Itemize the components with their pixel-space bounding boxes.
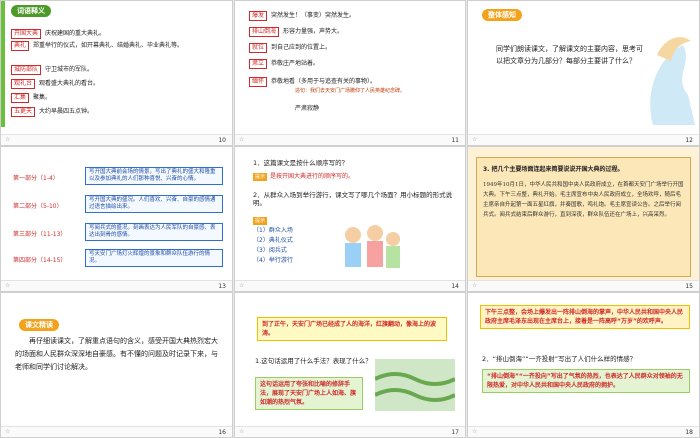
slide-number: 10 <box>218 137 226 144</box>
slide-footer: ☆ 14 <box>235 280 465 291</box>
term-definition: 恭敬地看（多用于与追查有关的事物）。 <box>271 78 377 85</box>
slide-number: 11 <box>451 137 459 144</box>
term-label: 就位 <box>249 43 268 53</box>
term-label: 城防部队 <box>11 65 42 75</box>
answer-box: 这句话运用了夸张和比喻的修辞手法，展现了天安门广场上人如海、旗如潮的热烈气氛。 <box>255 377 363 410</box>
wave-illustration <box>650 37 695 125</box>
slide-marker-icon: ☆ <box>472 428 478 435</box>
slide-title: 词语释义 <box>11 5 51 17</box>
slide-footer: ☆ 11 <box>235 134 465 145</box>
slide-marker-icon: ☆ <box>239 282 245 289</box>
term-definition: 聚集。 <box>33 94 52 101</box>
slide-10[interactable]: 词语释义 开国大典 庆祝建国的重大典礼。 典礼 郑重举行的仪式，如开幕典礼、结婚典礼… <box>0 0 233 146</box>
quote-text: 下午三点整，会场上爆发出一阵排山倒海的掌声，中华人民共和国中央人民政府主席毛泽东… <box>485 309 684 325</box>
answer-text: 是按开国大典进行的顺序写的。 <box>270 173 355 180</box>
slide-number: 15 <box>685 283 693 290</box>
body-text: 再仔细读课文，了解重点语句的含义，感受开国大典热烈宏大的场面和人民群众深深地自豪… <box>15 337 218 371</box>
body-text: 1949年10月1日，中华人民共和国中央人民政府成立，在首都天安门广场举行开国大… <box>483 182 684 218</box>
children-illustration <box>345 225 400 268</box>
term-label: 观礼台 <box>11 79 36 89</box>
slide-13[interactable]: 第一部分（1-4） 写开国大典前会场的情景，写出了典礼的盛大和隆重以及参加典礼的… <box>0 146 233 292</box>
part-label: 第一部分（1-4） <box>13 175 59 182</box>
example-sentence: 造句：我们去天安门广场瞻仰了人民英雄纪念碑。 <box>295 88 406 94</box>
slide-heading: 3. 把几个主要场面连起来简要说说开国大典的过程。 <box>483 166 624 173</box>
term-definition: 突然发生！（事变）突然发生。 <box>271 12 356 19</box>
slide-footer: ☆ 13 <box>1 280 232 291</box>
part-label: 第三部分（11-13） <box>13 231 67 238</box>
slide-14[interactable]: 1．这篇课文是按什么顺序写的？ 提示 是按开国大典进行的顺序写的。 2．从群众入场… <box>234 146 466 292</box>
hint-tag: 提示 <box>253 217 268 225</box>
slide-marker-icon: ☆ <box>239 428 245 435</box>
hint-tag: 提示 <box>253 173 268 181</box>
text-panel: 3. 把几个主要场面连起来简要说说开国大典的过程。 1949年10月1日，中华人… <box>476 157 691 277</box>
question-text: 2．从群众入场到举行游行，课文写了哪几个场面？用小标题的形式说明。 <box>253 191 453 207</box>
slide-number: 17 <box>451 429 459 436</box>
slide-marker-icon: ☆ <box>472 136 478 143</box>
term-label: 排山倒海 <box>249 27 280 37</box>
slide-18[interactable]: 下午三点整，会场上爆发出一阵排山倒海的掌声，中华人民共和国中央人民政府主席毛泽东… <box>467 292 700 438</box>
slide-marker-icon: ☆ <box>5 428 11 435</box>
slide-footer: ☆ 12 <box>468 134 699 145</box>
slide-footer: ☆ 17 <box>235 426 465 437</box>
term-definition: 守卫城市的军队。 <box>45 66 94 73</box>
term-definition: 大约早晨四五点钟。 <box>39 108 94 115</box>
slide-marker-icon: ☆ <box>5 282 11 289</box>
slide-number: 13 <box>218 283 226 290</box>
question-text: 1.这句话运用了什么手法？表现了什么？ <box>255 357 372 365</box>
term-definition: 严肃寂静 <box>295 105 320 112</box>
part-summary: 写开国大典前会场的情景，写出了典礼的盛大和隆重以及参加典礼的人们那种喜悦、兴奋的… <box>85 167 223 185</box>
answer-box: “排山倒海”“一齐投向”写出了气氛的热烈，也表达了人民群众对领袖的无限热爱，对中… <box>482 369 690 393</box>
slide-footer: ☆ 16 <box>1 426 232 437</box>
part-summary: 写开国大典的盛况。人们喜欢、兴奋、自豪的感情通过语言描绘出来。 <box>85 195 223 213</box>
slide-marker-icon: ☆ <box>239 136 245 143</box>
part-label: 第二部分（5-10） <box>13 203 63 210</box>
slide-15[interactable]: 3. 把几个主要场面连起来简要说说开国大典的过程。 1949年10月1日，中华人… <box>467 146 700 292</box>
term-label: 开国大典 <box>11 29 42 39</box>
term-label: 缅怀 <box>249 77 268 87</box>
slide-17[interactable]: 到了正午，天安门广场已经成了人的海洋，红旗翻动，像海上的波涛。 1.这句话运用了… <box>234 292 466 438</box>
term-definition: 庆祝建国的重大典礼。 <box>45 30 106 37</box>
slide-marker-icon: ☆ <box>5 136 11 143</box>
slide-number: 14 <box>451 283 459 290</box>
slide-footer: ☆ 15 <box>468 280 699 291</box>
term-label: 典礼 <box>11 41 30 51</box>
part-summary: 写天安门广场灯火辉煌的景象和群众队伍游行的情况。 <box>85 249 223 267</box>
crowd-illustration <box>375 359 455 411</box>
question-text: 2．“排山倒海”“一齐投射”写出了人们什么样的情感？ <box>482 355 637 363</box>
question-text: 1．这篇课文是按什么顺序写的？ <box>253 159 349 167</box>
term-definition: 恭敬庄严地站着。 <box>271 60 320 67</box>
slide-number: 12 <box>685 137 693 144</box>
slide-title: 整体感知 <box>482 9 522 21</box>
side-accent-bar <box>1 1 5 127</box>
term-definition: 到自己应到的位置上。 <box>271 44 332 51</box>
term-label: 五更天 <box>11 107 36 117</box>
term-label: 肃立 <box>249 59 268 69</box>
slide-footer: ☆ 10 <box>1 134 232 145</box>
slide-number: 16 <box>218 429 226 436</box>
slide-16[interactable]: 课文精读 再仔细读课文，了解重点语句的含义，感受开国大典热烈宏大的场面和人民群众… <box>0 292 233 438</box>
slide-footer: ☆ 18 <box>468 426 699 437</box>
term-definition: 形容力量强，声势大。 <box>283 28 344 35</box>
term-label: 汇集 <box>11 93 30 103</box>
slide-title: 课文精读 <box>19 319 59 331</box>
quote-text: 到了正午，天安门广场已经成了人的海洋，红旗翻动，像海上的波涛。 <box>262 321 437 337</box>
slide-12[interactable]: 整体感知 同学们朗读课文，了解课文的主要内容，思考可以把文章分为几部分？每部分主… <box>467 0 700 146</box>
slide-number: 18 <box>685 429 693 436</box>
quote-box: 下午三点整，会场上爆发出一阵排山倒海的掌声，中华人民共和国中央人民政府主席毛泽东… <box>480 305 690 329</box>
slide-marker-icon: ☆ <box>472 282 478 289</box>
quote-box: 到了正午，天安门广场已经成了人的海洋，红旗翻动，像海上的波涛。 <box>257 317 447 341</box>
term-definition: 郑重举行的仪式，如开幕典礼、结婚典礼、毕业典礼等。 <box>33 42 184 49</box>
part-summary: 写阅兵式的盛况。刻画表达为人民军队的自豪感、表达出刻骨的感情。 <box>85 223 223 241</box>
term-label: 爆发 <box>249 11 268 21</box>
slide-11[interactable]: 爆发 突然发生！（事变）突然发生。 排山倒海 形容力量强，声势大。 就位 到自己应到的… <box>234 0 466 146</box>
term-definition: 观看盛大典礼的看台。 <box>39 80 100 87</box>
part-label: 第四部分（14-15） <box>13 257 67 264</box>
body-text: 同学们朗读课文，了解课文的主要内容，思考可以把文章分为几部分？每部分主要讲了什么… <box>496 45 643 65</box>
